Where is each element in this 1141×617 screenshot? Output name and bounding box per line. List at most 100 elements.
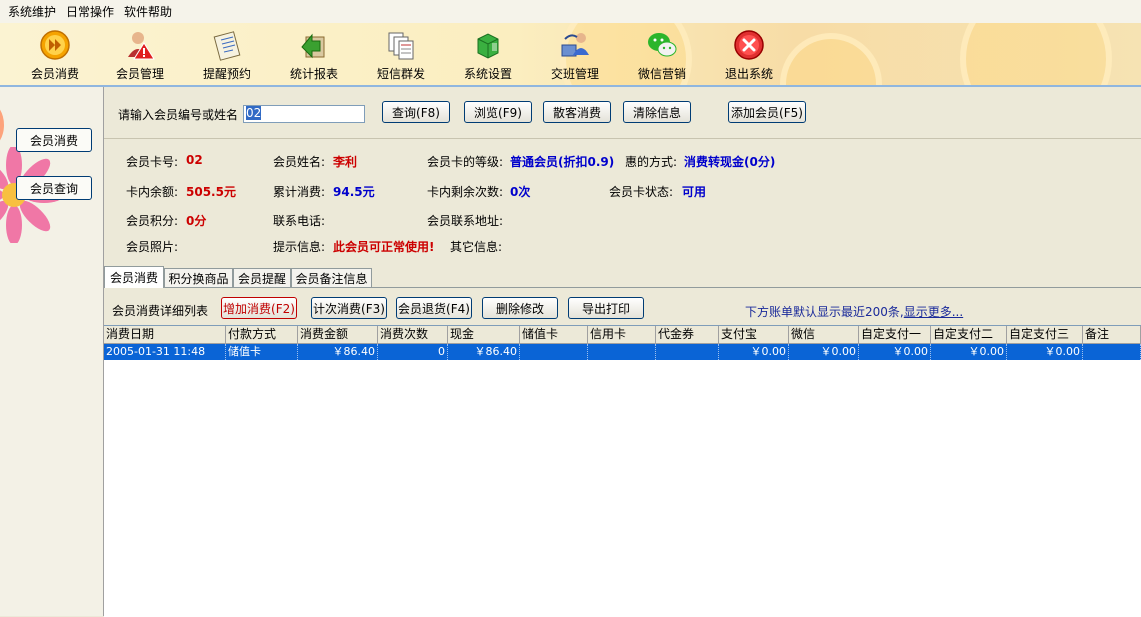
balance-value: 505.5元	[186, 185, 236, 199]
search-label: 请输入会员编号或姓名	[118, 108, 239, 122]
toolbar-button-exit[interactable]: 退出系统	[713, 27, 785, 83]
main-panel: 请输入会员编号或姓名 02 查询(F8) 浏览(F9) 散客消费 清除信息 添加…	[104, 87, 1141, 617]
documents-stack-icon	[385, 29, 417, 61]
column-header[interactable]: 消费金额	[298, 326, 378, 343]
details-title: 会员消费详细列表	[112, 304, 209, 318]
column-header[interactable]: 付款方式	[226, 326, 298, 343]
add-member-button[interactable]: 添加会员(F5)	[728, 101, 806, 123]
benefit-label: 惠的方式:	[625, 155, 678, 169]
sidebar-item-member-consume[interactable]: 会员消费	[16, 128, 92, 152]
level-value: 普通会员(折扣0.9)	[510, 155, 615, 169]
card-status-label: 会员卡状态:	[609, 185, 674, 199]
report-arrow-icon	[298, 29, 330, 61]
card-status-value: 可用	[682, 185, 707, 199]
toolbar-button-member-consume[interactable]: 会员消费	[19, 27, 91, 83]
table-cell: ￥0.00	[789, 344, 859, 360]
toolbar-button-wechat[interactable]: 微信营销	[626, 27, 698, 83]
forward-circle-icon	[39, 29, 71, 61]
column-header[interactable]: 自定支付三	[1007, 326, 1083, 343]
count-consume-button[interactable]: 计次消费(F3)	[311, 297, 387, 319]
menu-help[interactable]: 软件帮助	[117, 3, 175, 20]
detail-tabs: 会员消费 积分换商品 会员提醒 会员备注信息	[104, 266, 1141, 288]
member-return-button[interactable]: 会员退货(F4)	[396, 297, 472, 319]
column-header[interactable]: 消费次数	[378, 326, 448, 343]
column-header[interactable]: 消费日期	[104, 326, 226, 343]
other-info-label: 其它信息:	[450, 240, 503, 254]
notepad-icon	[211, 29, 243, 61]
column-header[interactable]: 信用卡	[588, 326, 656, 343]
walkin-consume-button[interactable]: 散客消费	[543, 101, 611, 123]
table-cell: 储值卡	[226, 344, 298, 360]
column-header[interactable]: 微信	[789, 326, 859, 343]
points-value: 0分	[186, 214, 207, 228]
member-name-value: 李利	[333, 155, 358, 169]
table-cell: ￥0.00	[719, 344, 789, 360]
toolbar-button-reminder[interactable]: 提醒预约	[191, 27, 263, 83]
tip-value: 此会员可正常使用!	[333, 240, 435, 254]
menu-daily-operations[interactable]: 日常操作	[59, 3, 117, 20]
member-warning-icon	[124, 29, 156, 61]
photo-label: 会员照片:	[126, 240, 179, 254]
balance-label: 卡内余额:	[126, 185, 179, 199]
menu-system-maintenance[interactable]: 系统维护	[0, 3, 59, 20]
tip-label: 提示信息:	[273, 240, 326, 254]
column-header[interactable]: 自定支付二	[931, 326, 1007, 343]
total-consume-value: 94.5元	[333, 185, 375, 199]
column-header[interactable]: 现金	[448, 326, 520, 343]
tab-member-notes[interactable]: 会员备注信息	[291, 268, 372, 287]
delete-modify-button[interactable]: 删除修改	[482, 297, 558, 319]
column-header[interactable]: 储值卡	[520, 326, 588, 343]
table-cell	[656, 344, 719, 360]
table-header: 消费日期 付款方式 消费金额 消费次数 现金 储值卡 信用卡 代金券 支付宝 微信 自定支付一 自定支…	[104, 326, 1141, 344]
list-limit-note: 下方账单默认显示最近200条,显示更多...	[745, 305, 964, 319]
table-cell: ￥0.00	[859, 344, 931, 360]
column-header[interactable]: 支付宝	[719, 326, 789, 343]
toolbar-button-member-manage[interactable]: 会员管理	[104, 27, 176, 83]
table-cell: 0	[378, 344, 448, 360]
column-header[interactable]: 代金券	[656, 326, 719, 343]
member-search-input[interactable]: 02	[243, 105, 365, 123]
lemon-decoration	[780, 33, 882, 85]
address-label: 会员联系地址:	[427, 214, 504, 228]
card-no-label: 会员卡号:	[126, 155, 179, 169]
show-more-link[interactable]: 显示更多...	[904, 305, 963, 319]
clear-info-button[interactable]: 清除信息	[623, 101, 691, 123]
remaining-times-label: 卡内剩余次数:	[427, 185, 504, 199]
search-row: 请输入会员编号或姓名 02 查询(F8) 浏览(F9) 散客消费 清除信息 添加…	[104, 87, 1141, 139]
main-toolbar: 会员消费 会员管理 提醒预约 统计报表 短信群发 系统设置 交班管理 微信营销 …	[0, 23, 1141, 87]
add-consume-button[interactable]: 增加消费(F2)	[221, 297, 297, 319]
toolbar-button-sms[interactable]: 短信群发	[365, 27, 437, 83]
table-cell: ￥0.00	[1007, 344, 1083, 360]
table-row[interactable]: 2005-01-31 11:48 储值卡 ￥86.40 0 ￥86.40 ￥0.00 ￥0.…	[104, 344, 1141, 360]
benefit-value: 消费转现金(0分)	[684, 155, 776, 169]
table-cell	[520, 344, 588, 360]
toolbar-button-reports[interactable]: 统计报表	[278, 27, 350, 83]
table-cell	[1083, 344, 1141, 360]
member-name-label: 会员姓名:	[273, 155, 326, 169]
column-header[interactable]: 备注	[1083, 326, 1141, 343]
lemon-decoration	[960, 23, 1112, 85]
toolbar-button-handover[interactable]: 交班管理	[539, 27, 611, 83]
table-cell: ￥86.40	[298, 344, 378, 360]
exit-close-icon	[733, 29, 765, 61]
browse-button[interactable]: 浏览(F9)	[464, 101, 532, 123]
sidebar: 会员消费 会员查询	[0, 87, 104, 616]
tab-member-consume[interactable]: 会员消费	[104, 266, 164, 288]
query-button[interactable]: 查询(F8)	[382, 101, 450, 123]
tab-points-exchange[interactable]: 积分换商品	[164, 268, 233, 287]
consume-table: 消费日期 付款方式 消费金额 消费次数 现金 储值卡 信用卡 代金券 支付宝 微信 自定支付一 自定支…	[104, 325, 1141, 617]
menu-bar: 系统维护 日常操作 软件帮助	[0, 0, 1141, 23]
total-consume-label: 累计消费:	[273, 185, 326, 199]
toolbar-button-settings[interactable]: 系统设置	[452, 27, 524, 83]
card-no-value: 02	[186, 153, 203, 167]
phone-label: 联系电话:	[273, 214, 326, 228]
settings-cube-icon	[472, 29, 504, 61]
tab-member-reminder[interactable]: 会员提醒	[233, 268, 291, 287]
export-print-button[interactable]: 导出打印	[568, 297, 644, 319]
table-cell: ￥86.40	[448, 344, 520, 360]
column-header[interactable]: 自定支付一	[859, 326, 931, 343]
points-label: 会员积分:	[126, 214, 179, 228]
remaining-times-value: 0次	[510, 185, 531, 199]
sidebar-item-member-query[interactable]: 会员查询	[16, 176, 92, 200]
handover-users-icon	[559, 29, 591, 61]
